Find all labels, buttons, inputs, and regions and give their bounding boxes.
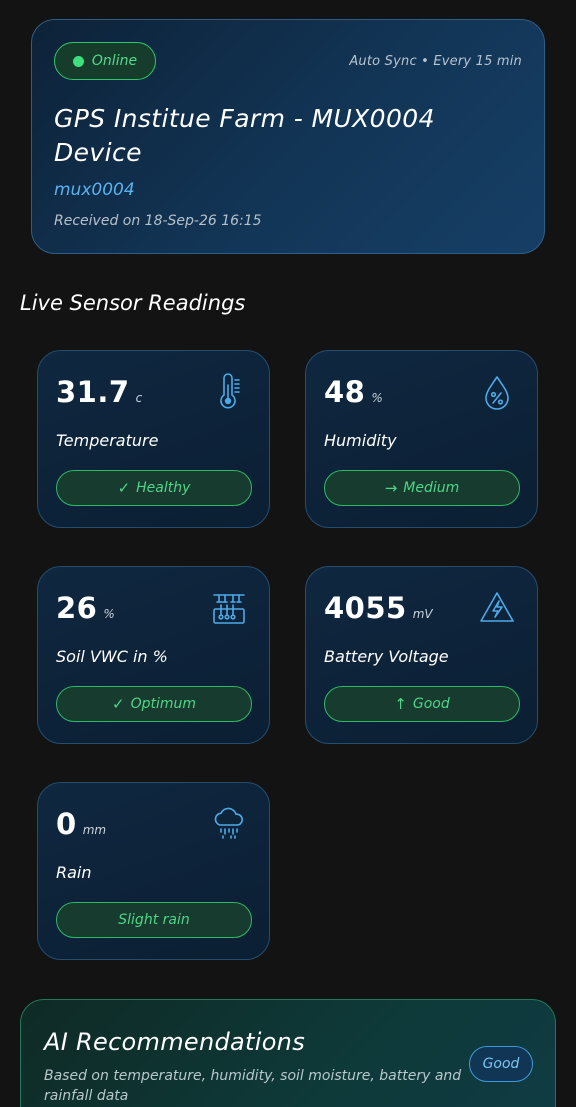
sensor-label: Soil VWC in %: [56, 647, 168, 666]
sensor-status-label: Good: [412, 696, 450, 712]
sensor-status-badge: ✓ Healthy: [56, 470, 252, 506]
rain-cloud-icon: [214, 807, 243, 839]
sensor-value: 48 %: [324, 375, 383, 409]
received-timestamp: Received on 18-Sep-26 16:15: [54, 213, 262, 229]
sensor-card-battery-voltage[interactable]: 4055 mV Battery Voltage ↑ Good: [305, 566, 538, 744]
ai-description: Based on temperature, humidity, soil moi…: [44, 1068, 462, 1104]
sensor-status-label: Medium: [403, 480, 460, 496]
sensor-value: 4055 mV: [324, 591, 433, 625]
humidity-drop-icon: [485, 376, 509, 410]
sensor-card-rain[interactable]: 0 mm Rain Slight rain: [37, 782, 270, 960]
sensor-unit: c: [135, 391, 143, 405]
sensor-unit: %: [371, 391, 383, 405]
soil-sensor-icon: [213, 594, 245, 624]
sensor-value: 31.7 c: [56, 375, 142, 409]
device-id: mux0004: [54, 180, 135, 200]
sensor-status-badge: ✓ Optimum: [56, 686, 252, 722]
arrow-up-icon: ↑: [394, 695, 407, 713]
ai-status-badge: Good: [469, 1046, 533, 1082]
sensor-status-badge: Slight rain: [56, 902, 252, 938]
arrow-right-icon: →: [384, 479, 398, 497]
check-icon: ✓: [111, 695, 125, 713]
auto-sync-text: Auto Sync • Every 15 min: [349, 54, 522, 69]
ai-title: AI Recommendations: [44, 1028, 305, 1056]
sensor-label: Humidity: [324, 431, 397, 450]
sensor-label: Battery Voltage: [324, 647, 449, 666]
check-icon: ✓: [117, 479, 131, 497]
sensor-unit: mm: [82, 823, 107, 837]
sensor-status-badge: ↑ Good: [324, 686, 520, 722]
sensor-unit: %: [103, 607, 115, 621]
page: Online Auto Sync • Every 15 min GPS Inst…: [0, 0, 576, 1107]
sensor-status-label: Healthy: [136, 480, 191, 496]
status-dot-icon: [72, 55, 84, 67]
section-title: Live Sensor Readings: [20, 291, 246, 315]
sensor-status-label: Slight rain: [118, 912, 190, 928]
sensor-status-label: Optimum: [130, 696, 196, 712]
voltage-icon: [480, 592, 514, 622]
sensor-label: Rain: [56, 863, 92, 882]
device-card[interactable]: Online Auto Sync • Every 15 min GPS Inst…: [31, 19, 545, 254]
sensor-number: 0: [56, 807, 77, 841]
sensor-card-temperature[interactable]: 31.7 c Temperature ✓ Healthy: [37, 350, 270, 528]
thermometer-icon: [220, 373, 240, 409]
sensor-value: 26 %: [56, 591, 115, 625]
sensor-number: 4055: [324, 591, 407, 625]
sensor-card-soil-vwc[interactable]: 26 % Soil VWC in % ✓ Optimum: [37, 566, 270, 744]
online-status-badge: Online: [54, 42, 156, 80]
sensor-status-badge: → Medium: [324, 470, 520, 506]
sensor-label: Temperature: [56, 431, 159, 450]
sensor-number: 26: [56, 591, 98, 625]
sensor-number: 48: [324, 375, 366, 409]
sensor-unit: mV: [412, 607, 433, 621]
sensor-number: 31.7: [56, 375, 130, 409]
status-label: Online: [91, 53, 138, 69]
device-title: GPS Institue Farm - MUX0004 Device: [54, 104, 435, 167]
sensor-value: 0 mm: [56, 807, 106, 841]
sensor-card-humidity[interactable]: 48 % Humidity → Medium: [305, 350, 538, 528]
ai-recommendations-card[interactable]: AI Recommendations Based on temperature,…: [20, 999, 556, 1107]
